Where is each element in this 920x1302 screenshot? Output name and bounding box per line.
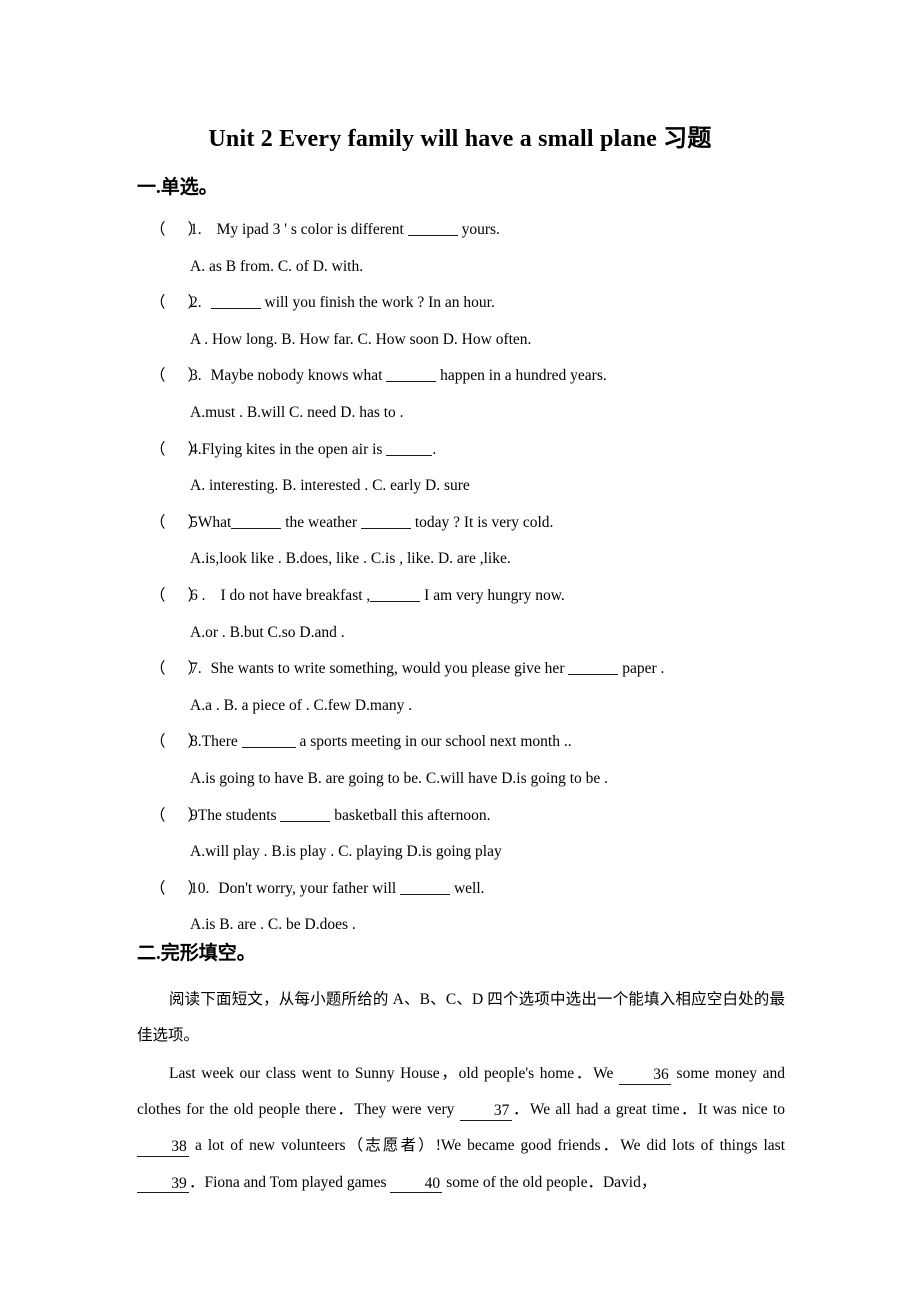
question-text-after: basketball this afternoon. bbox=[330, 806, 491, 824]
answer-bracket[interactable]: （） bbox=[150, 212, 203, 249]
passage-text: ．Fiona and Tom played games bbox=[189, 1173, 391, 1191]
question-text-after: well. bbox=[450, 879, 485, 897]
cloze-blank-37[interactable]: 37 bbox=[459, 1102, 512, 1121]
answer-bracket[interactable]: （） bbox=[150, 358, 203, 395]
document-page: Unit 2 Every family will have a small pl… bbox=[0, 0, 920, 1302]
question-text-after: yours. bbox=[457, 221, 500, 238]
question-options[interactable]: A. interesting. B. interested . C. early… bbox=[0, 468, 920, 505]
question-item: （）1. My ipad 3 ' s color is different you… bbox=[0, 212, 920, 285]
cloze-blank-38[interactable]: 38 bbox=[137, 1139, 189, 1158]
question-number: 10. bbox=[190, 879, 210, 897]
question-number: 6 . bbox=[190, 586, 206, 604]
passage-text: some of the old people．David， bbox=[442, 1173, 657, 1191]
question-text-before: The students bbox=[197, 806, 281, 824]
question-number: 2. bbox=[190, 294, 202, 312]
question-item: （）7. She wants to write something, would … bbox=[0, 651, 920, 724]
question-options[interactable]: A.is going to have B. are going to be. C… bbox=[0, 761, 920, 798]
cloze-passage: Last week our class went to Sunny House，… bbox=[137, 1056, 785, 1201]
answer-blank[interactable] bbox=[241, 733, 296, 749]
question-item: （）4.Flying kites in the open air is . A.… bbox=[0, 432, 920, 505]
answer-blank[interactable] bbox=[231, 513, 282, 529]
question-text-before: I do not have breakfast , bbox=[220, 586, 371, 604]
question-options[interactable]: A.must . B.will C. need D. has to . bbox=[0, 395, 920, 432]
question-text-before: Don't worry, your father will bbox=[218, 879, 401, 897]
question-number: 5 bbox=[190, 513, 198, 531]
answer-bracket[interactable]: （） bbox=[150, 578, 203, 615]
question-stem: （）7. She wants to write something, would … bbox=[0, 651, 920, 688]
question-text-after: I am very hungry now. bbox=[420, 586, 565, 604]
answer-bracket[interactable]: （） bbox=[150, 798, 203, 835]
question-text-before: Maybe nobody knows what bbox=[210, 367, 387, 385]
question-item: （）10. Don't worry, your father will well.… bbox=[0, 871, 920, 944]
question-options[interactable]: A.is,look like . B.does, like . C.is , l… bbox=[0, 541, 920, 578]
question-text-after: a sports meeting in our school next mont… bbox=[295, 733, 572, 751]
question-text-after: . bbox=[432, 440, 437, 458]
question-text-after: paper . bbox=[618, 660, 665, 678]
passage-text: ．We all had a great time．It was nice to bbox=[511, 1101, 785, 1119]
question-item: （）8.There a sports meeting in our school… bbox=[0, 724, 920, 797]
answer-blank[interactable] bbox=[568, 659, 619, 676]
question-stem: （）4.Flying kites in the open air is . bbox=[0, 432, 920, 469]
section-heading-cloze: 二.完形填空。 bbox=[137, 943, 256, 964]
question-stem: （）6 . I do not have breakfast , I am very… bbox=[0, 578, 920, 615]
answer-bracket[interactable]: （） bbox=[150, 505, 203, 542]
cloze-blank-36[interactable]: 36 bbox=[618, 1066, 671, 1085]
question-number: 3. bbox=[190, 367, 202, 385]
answer-blank[interactable] bbox=[360, 513, 411, 529]
question-item: （）9The students basketball this afternoo… bbox=[0, 798, 920, 871]
answer-bracket[interactable]: （） bbox=[150, 651, 203, 688]
question-number: 9 bbox=[190, 806, 198, 824]
cloze-blank-40[interactable]: 40 bbox=[390, 1175, 443, 1194]
question-options[interactable]: A . How long. B. How far. C. How soon D.… bbox=[0, 322, 920, 359]
question-stem: （）9The students basketball this afternoo… bbox=[0, 798, 920, 835]
question-number: 8. bbox=[190, 733, 202, 751]
answer-blank[interactable] bbox=[386, 367, 437, 383]
question-number: 1. bbox=[190, 221, 202, 238]
answer-blank[interactable] bbox=[370, 586, 421, 602]
question-item: （）5What the weather today ? It is very c… bbox=[0, 505, 920, 578]
cloze-blank-39[interactable]: 39 bbox=[137, 1175, 189, 1194]
question-stem: （）10. Don't worry, your father will well. bbox=[0, 871, 920, 908]
passage-text: a lot of new volunteers（志愿者）!We became g… bbox=[189, 1137, 785, 1155]
answer-blank[interactable] bbox=[407, 220, 458, 236]
question-text-middle: the weather bbox=[281, 513, 361, 531]
passage-paragraph: Last week our class went to Sunny House，… bbox=[137, 1056, 785, 1201]
cloze-instructions: 阅读下面短文，从每小题所给的 A、B、C、D 四个选项中选出一个能填入相应空白处… bbox=[137, 991, 785, 1045]
question-number: 7. bbox=[190, 660, 202, 678]
question-text-before: What bbox=[197, 513, 232, 531]
question-options[interactable]: A.a . B. a piece of . C.few D.many . bbox=[0, 688, 920, 725]
question-stem: （）1. My ipad 3 ' s color is different you… bbox=[0, 212, 920, 249]
question-text-before: There bbox=[201, 733, 242, 751]
question-number: 4. bbox=[190, 440, 202, 458]
question-text-after: happen in a hundred years. bbox=[436, 367, 607, 385]
question-options[interactable]: A.will play . B.is play . C. playing D.i… bbox=[0, 834, 920, 871]
question-item: （）3. Maybe nobody knows what happen in a … bbox=[0, 358, 920, 431]
question-stem: （）8.There a sports meeting in our school… bbox=[0, 724, 920, 761]
answer-bracket[interactable]: （） bbox=[150, 285, 203, 322]
question-options[interactable]: A.or . B.but C.so D.and . bbox=[0, 615, 920, 652]
question-text-before: She wants to write something, would you … bbox=[210, 660, 569, 678]
answer-blank[interactable] bbox=[400, 879, 451, 895]
question-item: （）6 . I do not have breakfast , I am very… bbox=[0, 578, 920, 651]
answer-bracket[interactable]: （） bbox=[150, 724, 203, 761]
question-stem: （）2. will you finish the work ? In an ho… bbox=[0, 285, 920, 322]
question-options[interactable]: A. as B from. C. of D. with. bbox=[0, 249, 920, 286]
question-text-after: today ? It is very cold. bbox=[410, 513, 554, 531]
question-text-before: My ipad 3 ' s color is different bbox=[216, 221, 408, 238]
question-stem: （）3. Maybe nobody knows what happen in a … bbox=[0, 358, 920, 395]
question-text-before: Flying kites in the open air is bbox=[201, 440, 387, 458]
multiple-choice-list: （）1. My ipad 3 ' s color is different you… bbox=[0, 212, 920, 944]
answer-blank[interactable] bbox=[386, 440, 433, 456]
question-item: （）2. will you finish the work ? In an ho… bbox=[0, 285, 920, 358]
passage-text: Last week our class went to Sunny House，… bbox=[169, 1065, 619, 1082]
answer-bracket[interactable]: （） bbox=[150, 871, 203, 908]
answer-bracket[interactable]: （） bbox=[150, 432, 203, 469]
section-heading-multiple-choice: 一.单选。 bbox=[137, 177, 218, 198]
page-title: Unit 2 Every family will have a small pl… bbox=[208, 126, 712, 152]
answer-blank[interactable] bbox=[210, 293, 261, 310]
question-text-after: will you finish the work ? In an hour. bbox=[260, 294, 495, 312]
answer-blank[interactable] bbox=[280, 806, 331, 822]
question-stem: （）5What the weather today ? It is very c… bbox=[0, 505, 920, 542]
